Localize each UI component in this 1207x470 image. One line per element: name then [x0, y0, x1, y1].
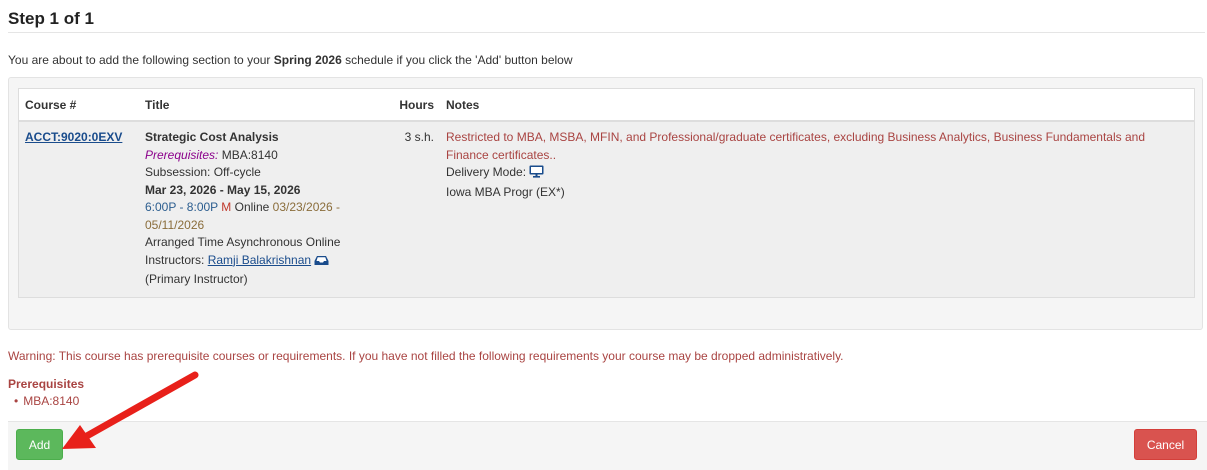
delivery-line: Delivery Mode:	[446, 164, 1188, 184]
prereq-label: Prerequisites:	[145, 147, 219, 162]
header-title: Title	[139, 88, 388, 122]
meeting-range-start: 03/23/2026 -	[272, 200, 341, 214]
table-header-row: Course # Title Hours Notes	[18, 88, 1195, 122]
table-row: ACCT:9020:0EXV Strategic Cost Analysis P…	[18, 121, 1195, 297]
cell-notes: Restricted to MBA, MSBA, MFIN, and Profe…	[440, 121, 1195, 297]
meeting-location: Online	[231, 200, 273, 214]
intro-term: Spring 2026	[273, 53, 342, 67]
intro-text: You are about to add the following secti…	[8, 53, 573, 67]
heading-divider	[8, 32, 1205, 33]
instructor-role: (Primary Instructor)	[145, 272, 248, 286]
meeting-time: 6:00P - 8:00P	[145, 200, 218, 214]
program: Iowa MBA Progr (EX*)	[446, 184, 565, 199]
instructors-label: Instructors:	[145, 252, 208, 267]
prereq-line: Prerequisites: MBA:8140	[145, 147, 382, 165]
cell-course: ACCT:9020:0EXV	[18, 121, 139, 297]
meeting-line: 6:00P - 8:00P M Online 03/23/2026 -	[145, 199, 382, 217]
restriction-note: Restricted to MBA, MSBA, MFIN, and Profe…	[446, 130, 1145, 162]
header-notes: Notes	[440, 88, 1195, 122]
cancel-button[interactable]: Cancel	[1134, 429, 1197, 460]
cell-hours: 3 s.h.	[388, 121, 440, 297]
prereq-warning: Warning: This course has prerequisite co…	[8, 349, 844, 363]
course-number-link[interactable]: ACCT:9020:0EXV	[25, 130, 122, 144]
intro-after: schedule if you click the 'Add' button b…	[341, 53, 573, 67]
delivery-label: Delivery Mode:	[446, 165, 530, 179]
cell-title: Strategic Cost Analysis Prerequisites: M…	[139, 121, 388, 297]
meeting-day: M	[221, 200, 232, 214]
header-course: Course #	[18, 88, 139, 122]
header-hours: Hours	[388, 88, 440, 122]
session-dates: Mar 23, 2026 - May 15, 2026	[145, 182, 301, 197]
inbox-icon[interactable]	[314, 254, 329, 272]
page-title: Step 1 of 1	[8, 9, 94, 28]
course-table: Course # Title Hours Notes ACCT:9020:0EX…	[18, 88, 1195, 298]
arranged-time: Arranged Time Asynchronous Online	[145, 235, 341, 249]
intro-before: You are about to add the following secti…	[8, 53, 274, 67]
monitor-icon	[529, 165, 544, 184]
instructor-link[interactable]: Ramji Balakrishnan	[208, 253, 311, 267]
prereq-value: MBA:8140	[218, 147, 278, 162]
instructor-line: Instructors: Ramji Balakrishnan	[145, 252, 382, 272]
course-title: Strategic Cost Analysis	[145, 130, 279, 144]
red-arrow-annotation	[62, 371, 199, 449]
subsession: Subsession: Off-cycle	[145, 165, 261, 179]
meeting-range-end: 05/11/2026	[145, 217, 205, 232]
